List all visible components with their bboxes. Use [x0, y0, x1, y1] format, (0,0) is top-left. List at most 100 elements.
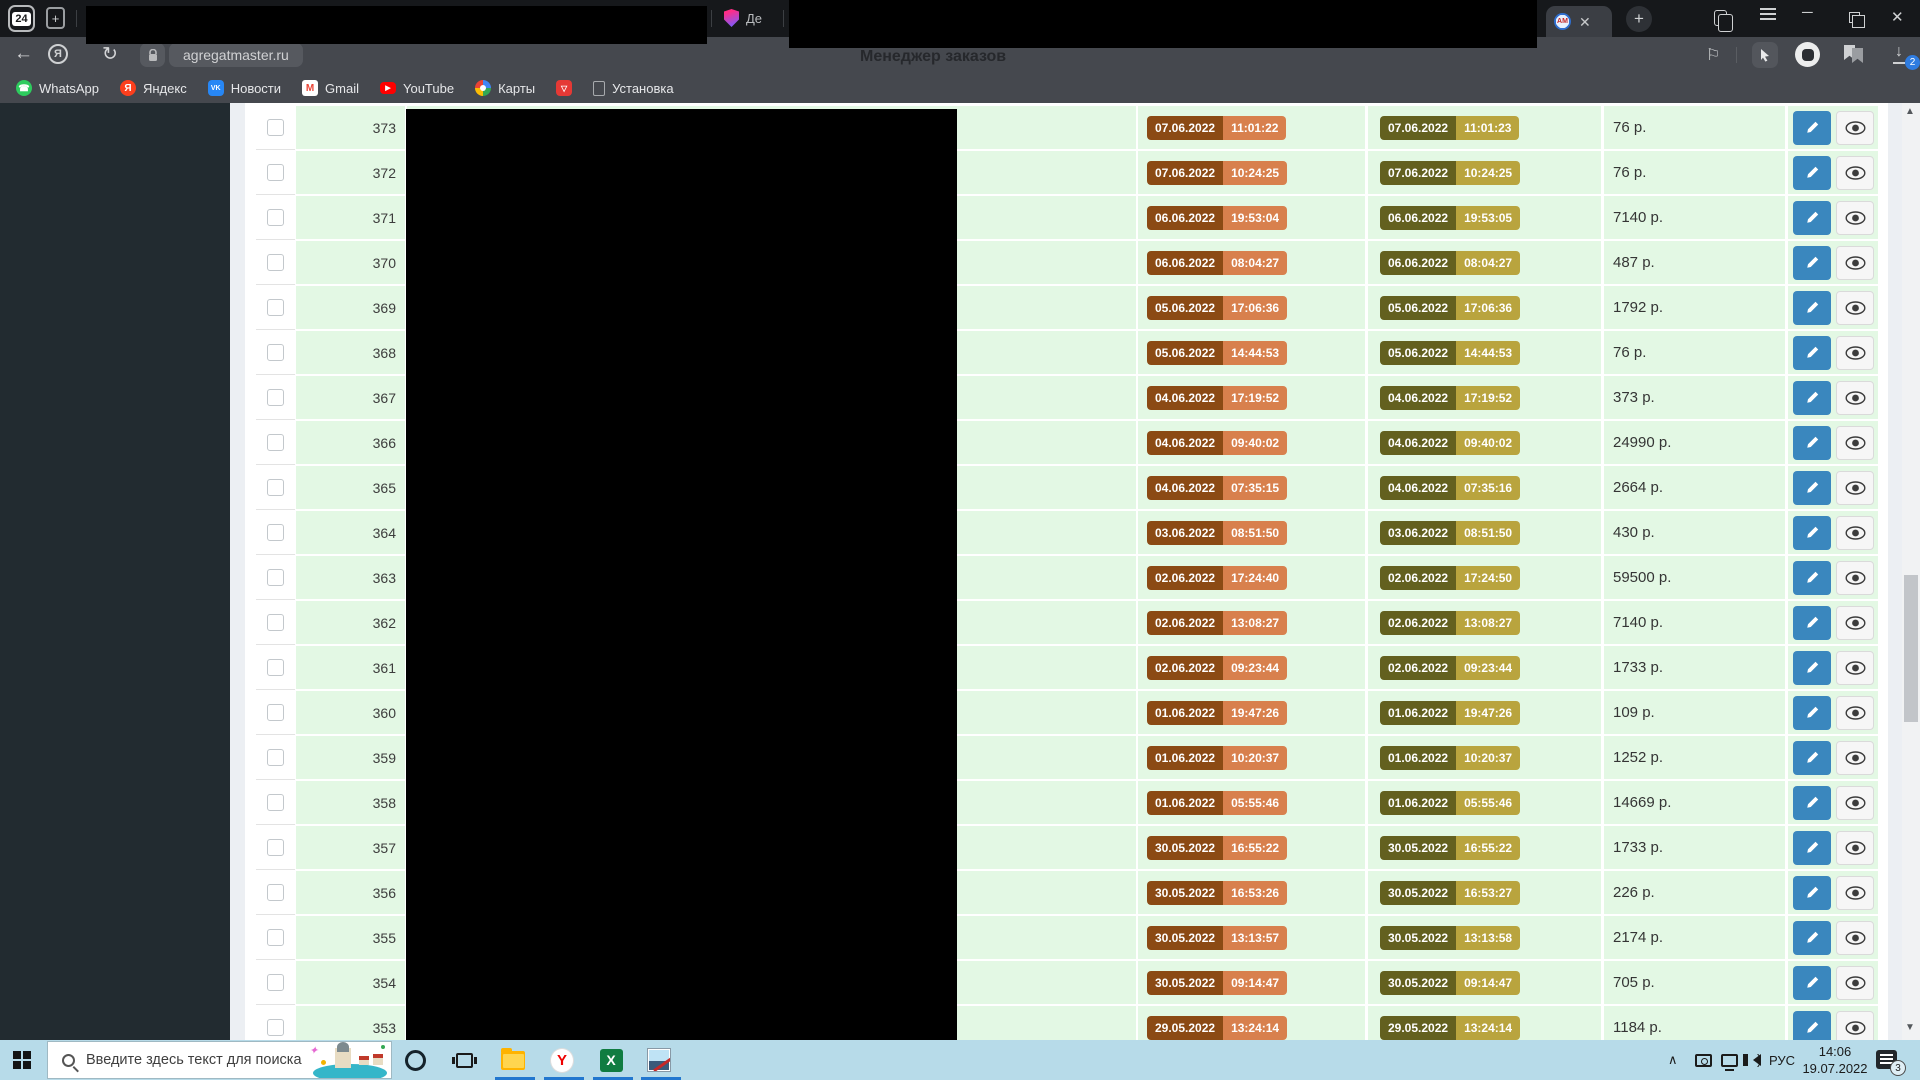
search-box-illustration[interactable]: ✦: [307, 1042, 391, 1078]
tab-close-icon[interactable]: ✕: [1579, 15, 1591, 29]
row-checkbox[interactable]: [267, 388, 284, 406]
view-button[interactable]: [1836, 695, 1874, 730]
view-button[interactable]: [1836, 560, 1874, 595]
close-button[interactable]: ✕: [1891, 9, 1904, 27]
row-checkbox[interactable]: [267, 523, 284, 541]
reload-button[interactable]: ↻: [102, 43, 118, 66]
edit-button[interactable]: [1793, 110, 1831, 145]
view-button[interactable]: [1836, 425, 1874, 460]
row-checkbox[interactable]: [267, 973, 284, 991]
bookmark-gmail[interactable]: M Gmail: [302, 80, 359, 96]
view-button[interactable]: [1836, 470, 1874, 505]
row-checkbox[interactable]: [267, 208, 284, 226]
row-checkbox[interactable]: [267, 1018, 284, 1036]
shield-tab[interactable]: Де: [746, 11, 762, 26]
bookmark-youtube[interactable]: ▶ YouTube: [379, 81, 454, 96]
view-button[interactable]: [1836, 290, 1874, 325]
edit-button[interactable]: [1793, 605, 1831, 640]
new-tab-button[interactable]: +: [1626, 6, 1652, 32]
ssl-lock-icon[interactable]: [140, 43, 165, 67]
view-button[interactable]: [1836, 740, 1874, 775]
network-icon[interactable]: [1721, 1040, 1738, 1080]
bookmark-news[interactable]: VK Новости: [207, 80, 281, 96]
hidden-icons-chevron[interactable]: ∧: [1668, 1040, 1678, 1080]
row-checkbox[interactable]: [267, 703, 284, 721]
pointer-mode-icon[interactable]: [1752, 42, 1778, 68]
row-checkbox[interactable]: [267, 118, 284, 136]
row-checkbox[interactable]: [267, 253, 284, 271]
alice-assistant-icon[interactable]: [1795, 42, 1820, 67]
view-button[interactable]: [1836, 875, 1874, 910]
edit-button[interactable]: [1793, 425, 1831, 460]
edit-button[interactable]: [1793, 740, 1831, 775]
edit-button[interactable]: [1793, 515, 1831, 550]
view-button[interactable]: [1836, 515, 1874, 550]
yandex-browser-icon[interactable]: Я: [48, 44, 68, 64]
bookmark-maps[interactable]: Карты: [475, 80, 535, 96]
scroll-down-icon[interactable]: ▼: [1905, 1022, 1915, 1033]
scrollbar-thumb[interactable]: [1904, 575, 1918, 722]
row-checkbox[interactable]: [267, 298, 284, 316]
row-checkbox[interactable]: [267, 613, 284, 631]
view-button[interactable]: [1836, 335, 1874, 370]
edit-button[interactable]: [1793, 245, 1831, 280]
view-button[interactable]: [1836, 965, 1874, 1000]
row-checkbox[interactable]: [267, 433, 284, 451]
restore-button[interactable]: [1849, 12, 1865, 28]
edit-button[interactable]: [1793, 920, 1831, 955]
edit-button[interactable]: [1793, 470, 1831, 505]
edit-button[interactable]: [1793, 875, 1831, 910]
scroll-up-icon[interactable]: ▲: [1905, 106, 1915, 117]
address-bar[interactable]: agregatmaster.ru: [169, 43, 303, 67]
menu-icon[interactable]: [1760, 8, 1776, 10]
row-checkbox[interactable]: [267, 658, 284, 676]
view-button[interactable]: [1836, 650, 1874, 685]
view-button[interactable]: [1836, 245, 1874, 280]
view-button[interactable]: [1836, 920, 1874, 955]
edit-button[interactable]: [1793, 335, 1831, 370]
row-checkbox[interactable]: [267, 793, 284, 811]
taskbar-search[interactable]: Введите здесь текст для поиска ✦: [47, 1041, 392, 1079]
bookmark-whatsapp[interactable]: ☎ WhatsApp: [16, 80, 99, 96]
row-checkbox[interactable]: [267, 568, 284, 586]
edit-button[interactable]: [1793, 380, 1831, 415]
back-button[interactable]: ←: [14, 43, 33, 65]
pinned-tab-counter[interactable]: 24: [8, 5, 35, 32]
excel-icon[interactable]: X: [599, 1048, 623, 1072]
start-button[interactable]: [13, 1051, 32, 1070]
file-explorer-icon[interactable]: [501, 1047, 525, 1072]
taskbar-clock[interactable]: 14:06 19.07.2022: [1795, 1043, 1875, 1077]
bookmark-red-shield[interactable]: ▽: [556, 80, 573, 96]
cortana-icon[interactable]: [403, 1048, 427, 1072]
bookmark-yandex[interactable]: Я Яндекс: [119, 80, 187, 96]
edit-button[interactable]: [1793, 830, 1831, 865]
edit-button[interactable]: [1793, 155, 1831, 190]
screen-record-icon[interactable]: [1695, 1040, 1712, 1080]
view-button[interactable]: [1836, 1010, 1874, 1040]
edit-button[interactable]: [1793, 965, 1831, 1000]
view-button[interactable]: [1836, 785, 1874, 820]
row-checkbox[interactable]: [267, 883, 284, 901]
active-tab[interactable]: AM ✕: [1546, 6, 1612, 37]
view-button[interactable]: [1836, 200, 1874, 235]
open-tableau-icon[interactable]: +: [46, 7, 65, 29]
downloads-icon[interactable]: ↓: [1893, 43, 1905, 64]
edit-button[interactable]: [1793, 290, 1831, 325]
view-button[interactable]: [1836, 155, 1874, 190]
edit-button[interactable]: [1793, 785, 1831, 820]
edit-button[interactable]: [1793, 200, 1831, 235]
view-button[interactable]: [1836, 605, 1874, 640]
bookmark-flag-icon[interactable]: ⚐: [1706, 45, 1720, 65]
yandex-browser-taskbar-icon[interactable]: Y: [550, 1047, 574, 1073]
photos-app-icon[interactable]: [647, 1048, 671, 1072]
task-view-icon[interactable]: [451, 1048, 477, 1072]
scrollbar-track[interactable]: [1902, 103, 1920, 1040]
row-checkbox[interactable]: [267, 343, 284, 361]
view-button[interactable]: [1836, 830, 1874, 865]
row-checkbox[interactable]: [267, 748, 284, 766]
view-button[interactable]: [1836, 380, 1874, 415]
edit-button[interactable]: [1793, 650, 1831, 685]
edit-button[interactable]: [1793, 560, 1831, 595]
volume-icon[interactable]: [1743, 1040, 1762, 1080]
bookmark-install[interactable]: Установка: [593, 80, 674, 96]
